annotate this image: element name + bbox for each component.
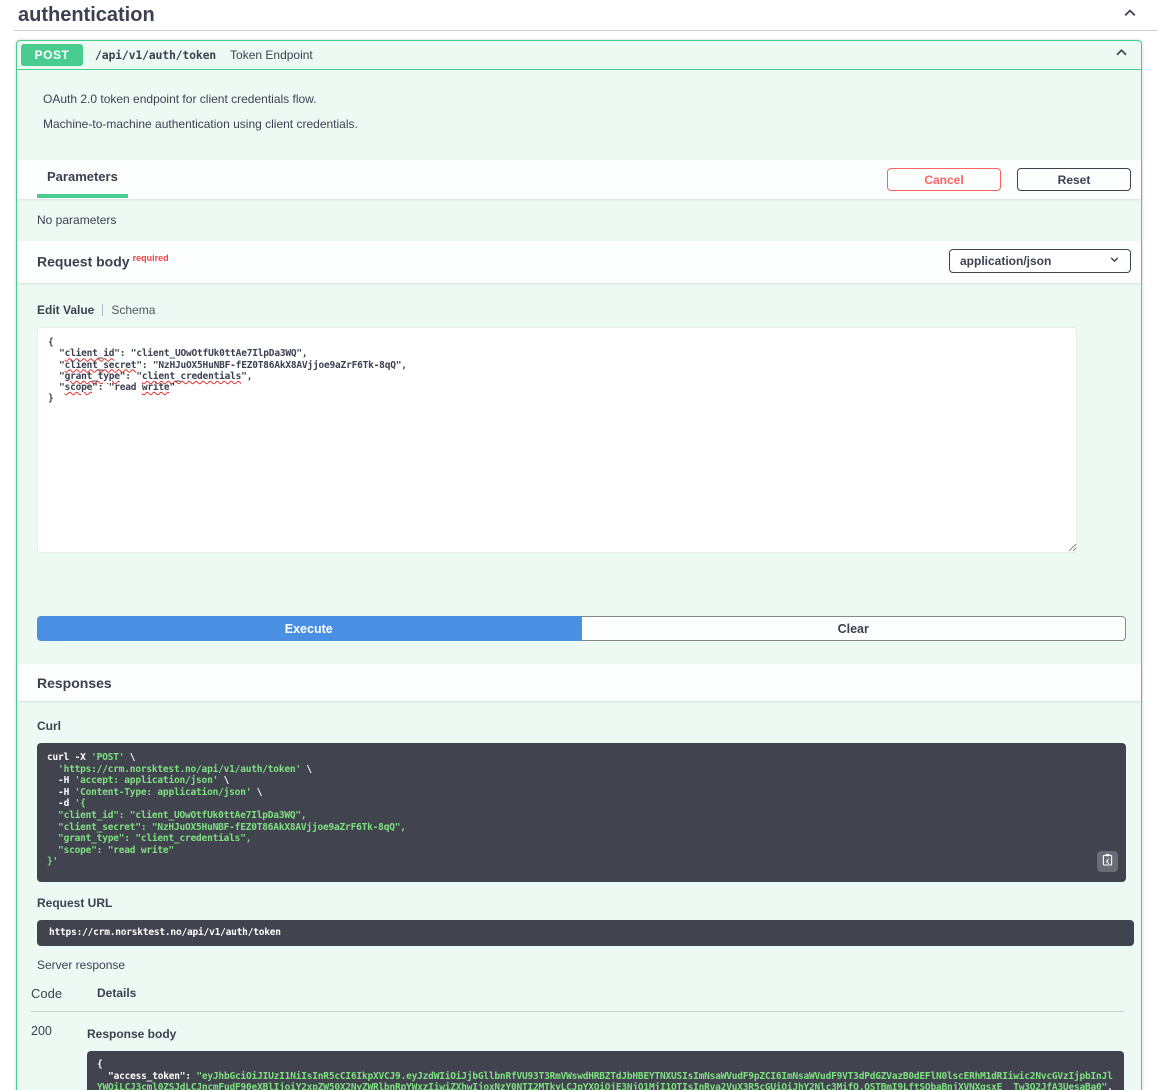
curl-command-block[interactable]: curl -X 'POST' \ 'https://crm.norsktest.… bbox=[37, 743, 1126, 882]
copy-curl-button[interactable] bbox=[1097, 850, 1118, 872]
request-url-bar: https://crm.norsktest.no/api/v1/auth/tok… bbox=[37, 919, 1134, 946]
curl-label: Curl bbox=[37, 719, 61, 733]
endpoint-path[interactable]: /api/v1/auth/token bbox=[95, 48, 216, 62]
chevron-down-icon bbox=[1109, 254, 1120, 268]
responses-body: Curl curl -X 'POST' \ 'https://crm.norsk… bbox=[17, 701, 1141, 1090]
response-table-header: Code Details bbox=[31, 986, 1124, 1012]
responses-header: Responses bbox=[17, 664, 1141, 701]
request-url-label: Request URL bbox=[37, 895, 113, 910]
response-body-json: { "access_token": "eyJhbGciOiJIUzI1NiIsI… bbox=[97, 1058, 1113, 1090]
collapse-endpoint-icon[interactable] bbox=[1114, 45, 1129, 65]
content-type-value: application/json bbox=[960, 254, 1052, 268]
http-method-badge: POST bbox=[21, 44, 83, 66]
request-body-header: Request body required application/json bbox=[17, 241, 1141, 283]
clear-button[interactable]: Clear bbox=[580, 616, 1126, 641]
tab-schema[interactable]: Schema bbox=[111, 303, 155, 317]
parameters-header: Parameters Cancel Reset bbox=[17, 160, 1141, 199]
request-body-label: Request body bbox=[37, 253, 130, 270]
tag-header: authentication bbox=[0, 0, 1158, 30]
execute-button[interactable]: Execute bbox=[37, 616, 581, 641]
resize-grip-icon[interactable] bbox=[1067, 542, 1077, 552]
response-body-label: Response body bbox=[87, 1026, 177, 1041]
tag-divider bbox=[14, 30, 1158, 31]
server-response-label: Server response bbox=[37, 957, 126, 972]
request-url-value: https://crm.norsktest.no/api/v1/auth/tok… bbox=[49, 927, 281, 939]
content-type-select[interactable]: application/json bbox=[949, 249, 1131, 273]
description-line: OAuth 2.0 token endpoint for client cred… bbox=[43, 92, 317, 106]
status-code: 200 bbox=[31, 1023, 52, 1038]
details-column-header: Details bbox=[97, 985, 137, 1000]
required-badge: required bbox=[132, 252, 169, 263]
code-column-header: Code bbox=[31, 985, 63, 1001]
no-parameters-text: No parameters bbox=[37, 213, 117, 227]
response-body-block: { "access_token": "eyJhbGciOiJIUzI1NiIsI… bbox=[87, 1050, 1124, 1090]
tab-separator bbox=[102, 304, 104, 316]
request-body-editor-section: Edit Value Schema { "client_id": "client… bbox=[17, 283, 1141, 641]
request-body-textarea[interactable]: { "client_id": "client_UOwOtfUk0ttAe7Ilp… bbox=[37, 327, 1077, 553]
request-body-title: Request body required bbox=[37, 253, 169, 280]
description-line: Machine-to-machine authentication using … bbox=[43, 117, 358, 131]
responses-title: Responses bbox=[37, 674, 112, 691]
clipboard-icon bbox=[1102, 853, 1113, 869]
endpoint-description-short: Token Endpoint bbox=[230, 48, 313, 62]
collapse-tag-icon[interactable] bbox=[1122, 5, 1138, 26]
reset-button[interactable]: Reset bbox=[1017, 168, 1131, 191]
tab-parameters[interactable]: Parameters bbox=[37, 169, 128, 198]
tab-edit-value[interactable]: Edit Value bbox=[37, 303, 94, 317]
page-title[interactable]: authentication bbox=[18, 4, 155, 27]
endpoint-summary-bar[interactable]: POST /api/v1/auth/token Token Endpoint bbox=[17, 41, 1141, 70]
response-row-200: 200 Response body { "access_token": "eyJ… bbox=[31, 1012, 1124, 1090]
endpoint-description: OAuth 2.0 token endpoint for client cred… bbox=[17, 70, 1141, 160]
cancel-button[interactable]: Cancel bbox=[887, 168, 1001, 191]
opblock-post-auth-token: POST /api/v1/auth/token Token Endpoint O… bbox=[16, 40, 1142, 1090]
